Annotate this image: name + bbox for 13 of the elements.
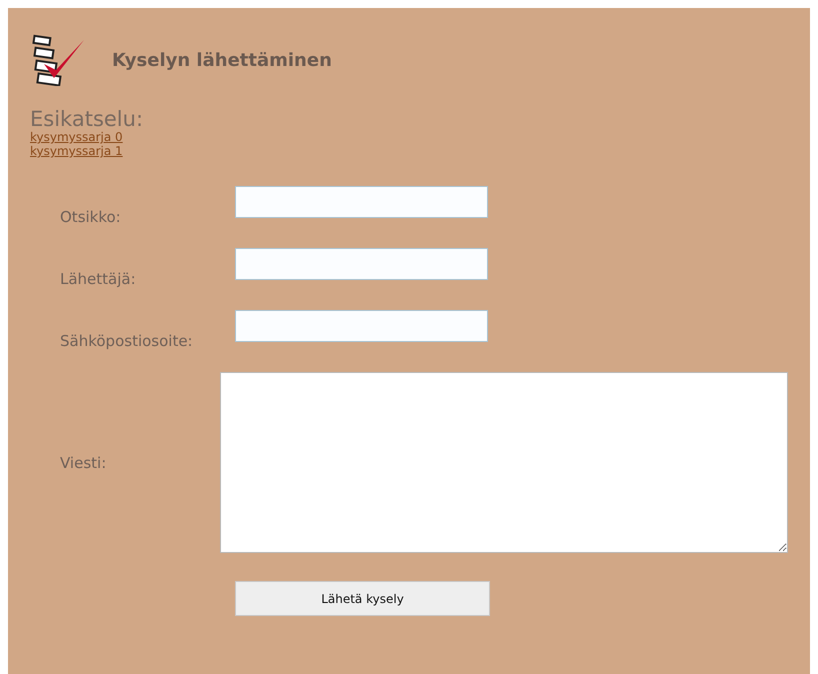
field-label: Viesti: <box>60 454 108 472</box>
question-set-link[interactable]: kysymyssarja 0 <box>30 130 123 144</box>
page-title: Kyselyn lähettäminen <box>112 50 332 70</box>
question-set-link[interactable]: kysymyssarja 1 <box>30 144 123 158</box>
input-field[interactable] <box>235 186 488 218</box>
send-button[interactable]: Lähetä kysely <box>235 581 490 616</box>
input-field[interactable] <box>235 310 488 342</box>
field-label: Otsikko: <box>60 208 122 226</box>
message-field[interactable] <box>220 372 788 553</box>
field-label: Lähettäjä: <box>60 270 137 288</box>
input-field[interactable] <box>235 248 488 280</box>
field-label: Sähköpostiosoite: <box>60 332 194 350</box>
preview-heading: Esikatselu: <box>30 108 144 130</box>
